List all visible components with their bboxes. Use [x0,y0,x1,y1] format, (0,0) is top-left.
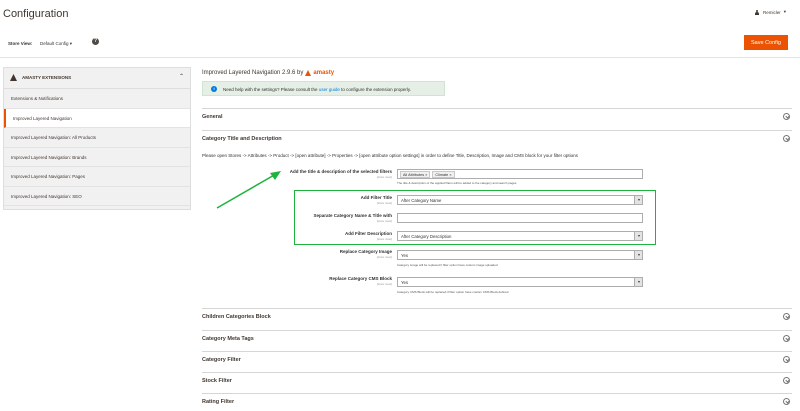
chevron-down-icon [634,196,642,204]
expand-icon [783,398,790,405]
scope-switcher[interactable]: Default Config ▾ [40,41,72,47]
select-value: Yes [401,253,409,258]
expand-icon [783,377,790,384]
replace-cms-select[interactable]: Yes [397,277,643,287]
sidebar-item-extensions-notifications[interactable]: Extensions & Notifications [4,89,190,109]
select-value: After Category Description [401,234,452,239]
chip-climate[interactable]: Climate × [432,171,455,178]
expand-icon [783,113,790,120]
sidebar-item-improved-layered-navigation[interactable]: Improved Layered Navigation [4,108,190,128]
section-title: General [202,114,223,120]
field-label: Replace Category CMS Block [329,276,392,281]
section-title: Children Categories Block [202,314,271,320]
chip-all-attributes[interactable]: All Attributes × [400,171,431,178]
user-menu[interactable]: Remicler ▾ [755,9,786,15]
sidebar-item-all-products[interactable]: Improved Layered Navigation: All Product… [4,128,190,148]
user-name: Remicler [762,9,781,15]
caret-down-icon: ▾ [783,9,786,14]
section-stock-filter[interactable]: Stock Filter [202,372,792,388]
field-label: Replace Category Image [339,249,392,254]
user-icon [755,9,760,15]
scope-tag: [store view] [376,201,392,205]
chevron-down-icon [634,232,642,240]
save-config-button[interactable]: Save Config [744,35,788,50]
amasty-logo-icon [10,74,17,81]
scope-tag: [store view] [376,255,392,259]
section-description: Please open Stores -> Attributes -> Prod… [202,153,578,158]
expand-icon [783,335,790,342]
field-hint: Category image will be replaced if filte… [397,263,498,267]
section-title: Category Title and Description [202,136,282,142]
sidebar-tab-amasty[interactable]: AMASTY EXTENSIONS ⌃ [4,68,190,89]
config-sidebar: AMASTY EXTENSIONS ⌃ Extensions & Notific… [3,67,191,210]
field-hint: The title & description of the applied f… [397,181,517,185]
separator-input[interactable] [397,213,643,223]
sidebar-item-pages[interactable]: Improved Layered Navigation: Pages [4,167,190,187]
help-icon[interactable]: ? [92,38,99,45]
chevron-down-icon [634,278,642,286]
field-label: Separate Category Name & Title with [313,213,392,218]
section-children-categories-block[interactable]: Children Categories Block [202,308,792,324]
page-title: Configuration [3,8,69,20]
section-title: Rating Filter [202,399,235,405]
scope-label: Store View: [8,41,33,46]
brand-name: amasty [313,70,335,76]
annotation-arrow [216,171,281,209]
selected-filters-multiselect[interactable]: All Attributes × Climate × [397,169,643,179]
section-general[interactable]: General [202,108,792,124]
select-value: After Category Name [401,198,442,203]
section-category-filter[interactable]: Category Filter [202,351,792,367]
field-label: Add Filter Description [344,231,392,236]
help-notice: i Need help with the settings? Please co… [202,81,445,96]
field-label: Add the title & description of the selec… [289,169,392,174]
amasty-logo-icon [305,70,312,76]
scope-tag: [store view] [376,237,392,241]
scope-tag: [store view] [376,282,392,286]
filter-description-select[interactable]: After Category Description [397,231,643,241]
page-header: Configuration Remicler ▾ [0,0,800,30]
section-title: Stock Filter [202,378,232,384]
replace-image-select[interactable]: Yes [397,250,643,260]
user-guide-link[interactable]: user guide [319,87,340,92]
extension-title-text: Improved Layered Navigation 2.9.6 by [202,70,304,76]
section-title: Category Meta Tags [202,336,254,342]
expand-icon [783,356,790,363]
expand-icon [783,313,790,320]
section-category-meta-tags[interactable]: Category Meta Tags [202,330,792,346]
notice-text-prefix: Need help with the settings? Please cons… [223,87,318,92]
filter-title-select[interactable]: After Category Name [397,195,643,205]
scope-tag: [store view] [376,219,392,223]
sidebar-item-brands[interactable]: Improved Layered Navigation: Brands [4,148,190,167]
section-rating-filter[interactable]: Rating Filter [202,393,792,409]
section-category-title-description[interactable]: Category Title and Description [202,130,792,146]
toolbar: Store View: Default Config ▾ ? [0,30,800,58]
sidebar-item-seo[interactable]: Improved Layered Navigation: SEO [4,187,190,206]
chevron-up-icon: ⌃ [178,74,184,80]
select-value: Yes [401,280,409,285]
sidebar-tab-label: AMASTY EXTENSIONS [22,75,72,80]
collapse-icon [783,135,790,142]
notice-text-suffix: to configure the extension properly. [341,87,412,92]
chevron-down-icon [634,251,642,259]
field-hint: Category CMS Block will be replaced if f… [397,290,509,294]
field-label: Add Filter Title [360,195,392,200]
scope-value: Default Config [40,41,69,46]
section-title: Category Filter [202,357,241,363]
info-icon: i [211,86,217,92]
caret-down-icon: ▾ [69,41,73,46]
extension-title: Improved Layered Navigation 2.9.6 by ama… [202,70,334,76]
scope-tag: [store view] [376,175,392,179]
